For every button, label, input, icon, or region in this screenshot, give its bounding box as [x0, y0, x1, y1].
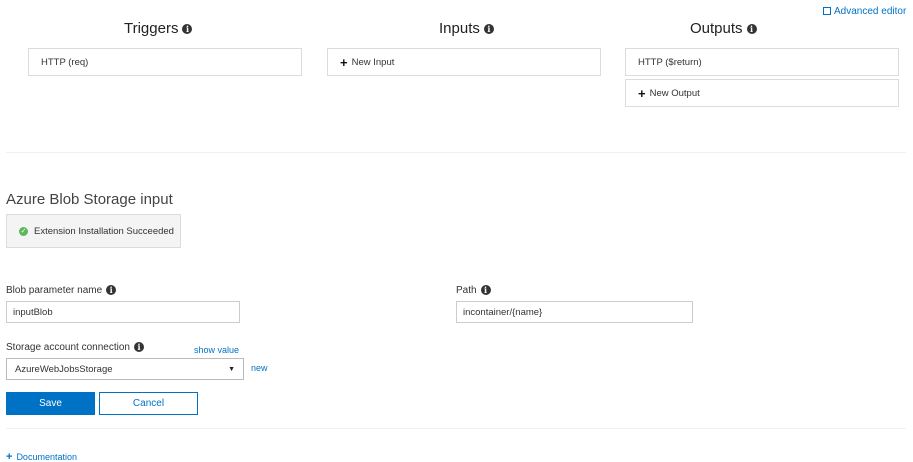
- new-input-label: New Input: [351, 56, 395, 68]
- info-icon[interactable]: i: [746, 24, 757, 35]
- blob-param-input[interactable]: inputBlob: [6, 301, 240, 323]
- output-label: HTTP ($return): [638, 56, 702, 68]
- storage-select-value: AzureWebJobsStorage: [15, 363, 113, 375]
- info-icon[interactable]: i: [483, 24, 494, 35]
- new-output-button[interactable]: + New Output: [625, 79, 899, 107]
- inputs-heading: Inputs i: [439, 20, 494, 37]
- cancel-button[interactable]: Cancel: [99, 392, 198, 415]
- plus-icon: +: [340, 54, 348, 70]
- storage-connection-select[interactable]: AzureWebJobsStorage ▼: [6, 358, 244, 380]
- blob-param-label-text: Blob parameter name: [6, 285, 103, 296]
- check-circle-icon: ✓: [19, 226, 28, 236]
- outputs-title: Outputs: [690, 20, 743, 37]
- info-icon[interactable]: i: [106, 285, 117, 296]
- storage-label-text: Storage account connection: [6, 342, 130, 353]
- blob-param-label: Blob parameter name i: [6, 285, 117, 296]
- triggers-heading: Triggers i: [124, 20, 193, 37]
- documentation-label: Documentation: [16, 452, 77, 462]
- info-icon[interactable]: i: [133, 342, 144, 353]
- caret-down-icon: ▼: [228, 365, 235, 373]
- outputs-heading: Outputs i: [690, 20, 757, 37]
- plus-icon: +: [638, 85, 646, 101]
- path-input[interactable]: incontainer/{name}: [456, 301, 693, 323]
- plus-icon: +: [6, 451, 13, 462]
- new-input-button[interactable]: + New Input: [327, 48, 601, 76]
- path-label-text: Path: [456, 285, 477, 296]
- trigger-http-card[interactable]: HTTP (req): [28, 48, 302, 76]
- save-button[interactable]: Save: [6, 392, 95, 415]
- form-title: Azure Blob Storage input: [6, 191, 173, 208]
- info-icon[interactable]: i: [480, 285, 491, 296]
- inputs-title: Inputs: [439, 20, 480, 37]
- advanced-editor-label: Advanced editor: [834, 6, 907, 17]
- section-divider: [6, 152, 906, 153]
- extension-status-badge: ✓ Extension Installation Succeeded: [6, 214, 181, 248]
- new-output-label: New Output: [649, 87, 700, 99]
- new-connection-link[interactable]: new: [251, 363, 268, 373]
- triggers-title: Triggers: [124, 20, 179, 37]
- editor-icon: [823, 7, 831, 16]
- trigger-label: HTTP (req): [41, 56, 89, 68]
- info-icon[interactable]: i: [182, 24, 193, 35]
- advanced-editor-link[interactable]: Advanced editor: [823, 6, 906, 17]
- show-value-link[interactable]: show value: [194, 345, 239, 355]
- documentation-link[interactable]: + Documentation: [6, 452, 77, 462]
- storage-connection-label: Storage account connection i: [6, 342, 144, 353]
- footer-divider: [6, 428, 906, 429]
- path-label: Path i: [456, 285, 491, 296]
- extension-status-label: Extension Installation Succeeded: [34, 225, 174, 237]
- output-http-card[interactable]: HTTP ($return): [625, 48, 899, 76]
